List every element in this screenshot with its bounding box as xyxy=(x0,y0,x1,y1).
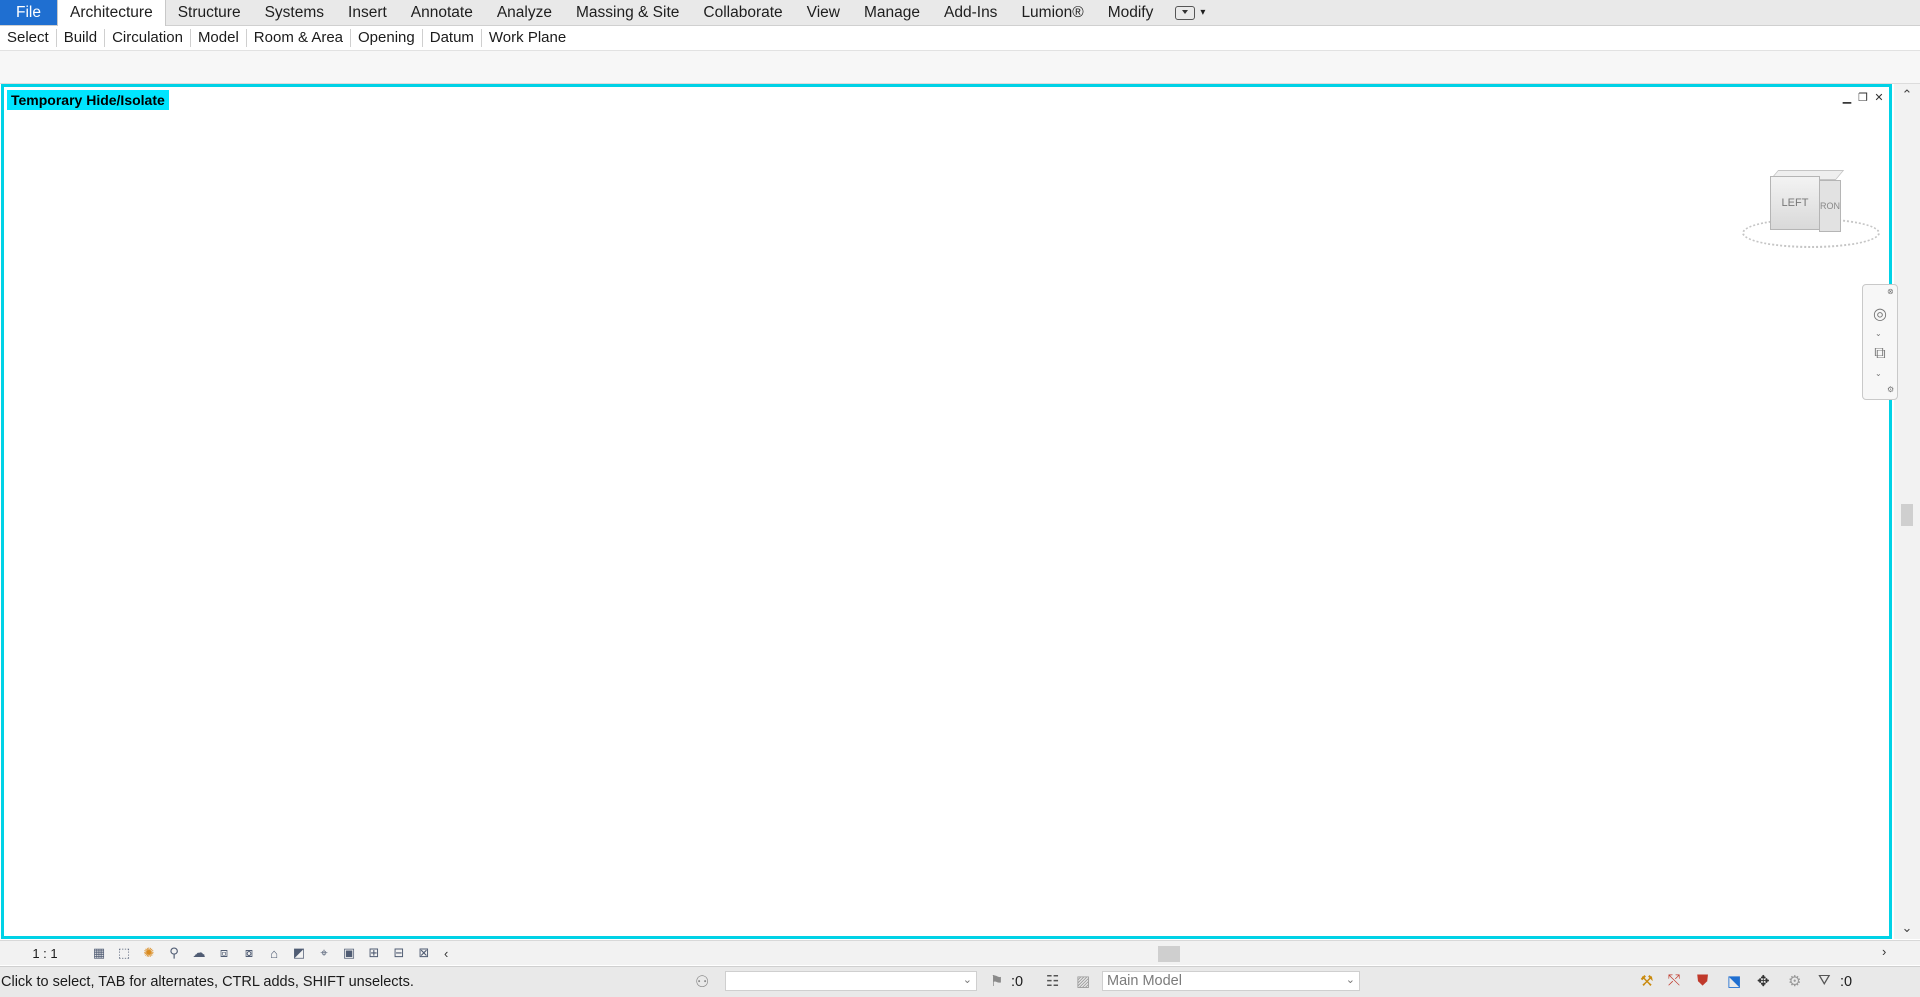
select-underlay-icon[interactable]: ⤲ xyxy=(1668,972,1680,989)
status-message: Click to select, TAB for alternates, CTR… xyxy=(1,974,414,990)
active-design-option-icon[interactable]: ▨ xyxy=(1076,972,1090,990)
highlight-displacement-icon[interactable]: ⊟ xyxy=(390,945,408,961)
zoom-region-icon[interactable]: ⧉ xyxy=(1871,345,1889,363)
chevron-down-icon[interactable]: ⌄ xyxy=(1875,369,1882,378)
render-icon[interactable]: ☁ xyxy=(190,945,208,961)
chevron-left-icon[interactable]: ‹ xyxy=(444,946,448,961)
chevron-down-icon: ⌄ xyxy=(1345,974,1355,986)
sun-path-icon[interactable]: ✺ xyxy=(140,945,158,961)
design-option-dropdown[interactable]: Main Model ⌄ xyxy=(1102,971,1360,991)
editable-only-icon[interactable]: ⚑ xyxy=(990,972,1003,990)
minimize-icon[interactable]: ▁ xyxy=(1841,91,1853,104)
close-icon[interactable]: ✕ xyxy=(1873,91,1885,104)
horizontal-scroll-thumb[interactable] xyxy=(1158,946,1180,962)
worksets-icon[interactable]: ⚇ xyxy=(695,972,709,992)
background-processes-icon[interactable]: ⚙ xyxy=(1788,972,1801,990)
analysis-icon[interactable]: ⊞ xyxy=(365,945,383,961)
detail-level-icon[interactable]: ▦ xyxy=(90,945,108,961)
temporary-view-properties-icon[interactable]: ▣ xyxy=(340,945,358,961)
drag-elements-icon[interactable]: ✥ xyxy=(1757,972,1770,990)
scroll-down-icon[interactable]: ⌄ xyxy=(1894,919,1920,937)
navbar-options-icon[interactable]: ⚙ xyxy=(1887,385,1894,394)
worksharing-display-icon[interactable]: ⊠ xyxy=(415,945,433,961)
shadows-icon[interactable]: ⚲ xyxy=(165,945,183,961)
viewcube-front-face[interactable]: FRONT xyxy=(1819,180,1841,232)
crop-view-icon[interactable]: ⧈ xyxy=(215,945,233,961)
viewcube[interactable]: LEFT FRONT xyxy=(1740,168,1880,258)
lock-3d-icon[interactable]: ⌂ xyxy=(265,946,283,961)
view-window-controls: ▁ ❐ ✕ xyxy=(1841,91,1885,104)
design-options-icon[interactable]: ☷ xyxy=(1046,972,1059,990)
status-bar: Click to select, TAB for alternates, CTR… xyxy=(0,966,1920,997)
editable-count: :0 xyxy=(1011,974,1024,990)
visual-style-icon[interactable]: ⬚ xyxy=(115,945,133,961)
filter-count: :0 xyxy=(1840,974,1853,990)
viewcube-left-face[interactable]: LEFT xyxy=(1770,176,1820,230)
navbar-close-icon[interactable]: ⊗ xyxy=(1887,287,1894,296)
navigation-bar: ⊗ ◎ ⌄ ⧉ ⌄ ⚙ xyxy=(1862,284,1898,400)
steering-wheel-icon[interactable]: ◎ xyxy=(1871,305,1889,323)
chevron-right-icon[interactable]: › xyxy=(1882,944,1886,959)
select-pinned-icon[interactable]: ⛊ xyxy=(1697,972,1708,989)
vertical-scrollbar[interactable]: ⌃ ⌄ xyxy=(1894,84,1920,939)
workset-dropdown[interactable]: ⌄ xyxy=(725,971,977,991)
select-by-face-icon[interactable]: ⬔ xyxy=(1727,972,1741,990)
scroll-thumb[interactable] xyxy=(1901,504,1913,526)
temporary-hide-isolate-badge: Temporary Hide/Isolate xyxy=(7,90,169,110)
restore-icon[interactable]: ❐ xyxy=(1857,91,1869,104)
reveal-hidden-icon[interactable]: ⌖ xyxy=(315,945,333,961)
design-option-value: Main Model xyxy=(1107,973,1182,989)
scroll-up-icon[interactable]: ⌃ xyxy=(1894,86,1920,104)
temporary-hide-icon[interactable]: ◩ xyxy=(290,945,308,961)
chevron-down-icon: ⌄ xyxy=(962,974,972,986)
select-links-icon[interactable]: ⚒ xyxy=(1640,972,1653,990)
chevron-down-icon[interactable]: ⌄ xyxy=(1875,329,1882,338)
filter-icon[interactable]: ⛛ xyxy=(1818,972,1831,989)
view-window[interactable]: Temporary Hide/Isolate ▁ ❐ ✕ xyxy=(1,84,1892,939)
show-crop-icon[interactable]: ⧇ xyxy=(240,945,258,961)
view-control-bar: 1 : 1 ▦ ⬚ ✺ ⚲ ☁ ⧈ ⧇ ⌂ ◩ ⌖ ▣ ⊞ ⊟ ⊠ ‹ › xyxy=(0,940,1920,965)
view-scale[interactable]: 1 : 1 xyxy=(0,946,90,961)
